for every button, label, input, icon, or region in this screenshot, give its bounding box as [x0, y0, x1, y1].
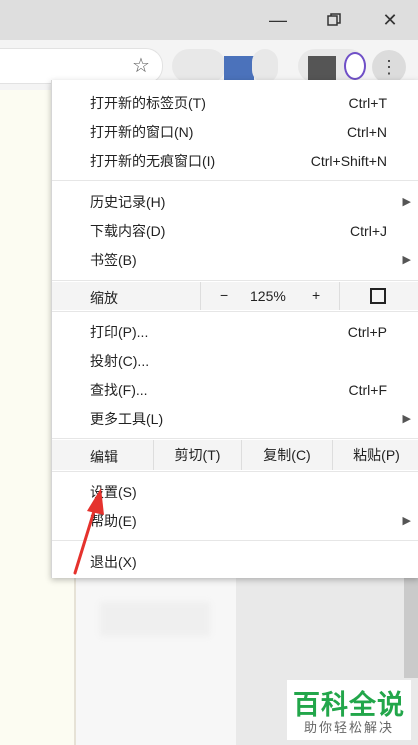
annotation-arrow	[73, 488, 104, 575]
watermark-subtitle: 助你轻松解决	[303, 720, 394, 735]
watermark-logo: 百科全说 助你轻松解决	[287, 680, 411, 740]
